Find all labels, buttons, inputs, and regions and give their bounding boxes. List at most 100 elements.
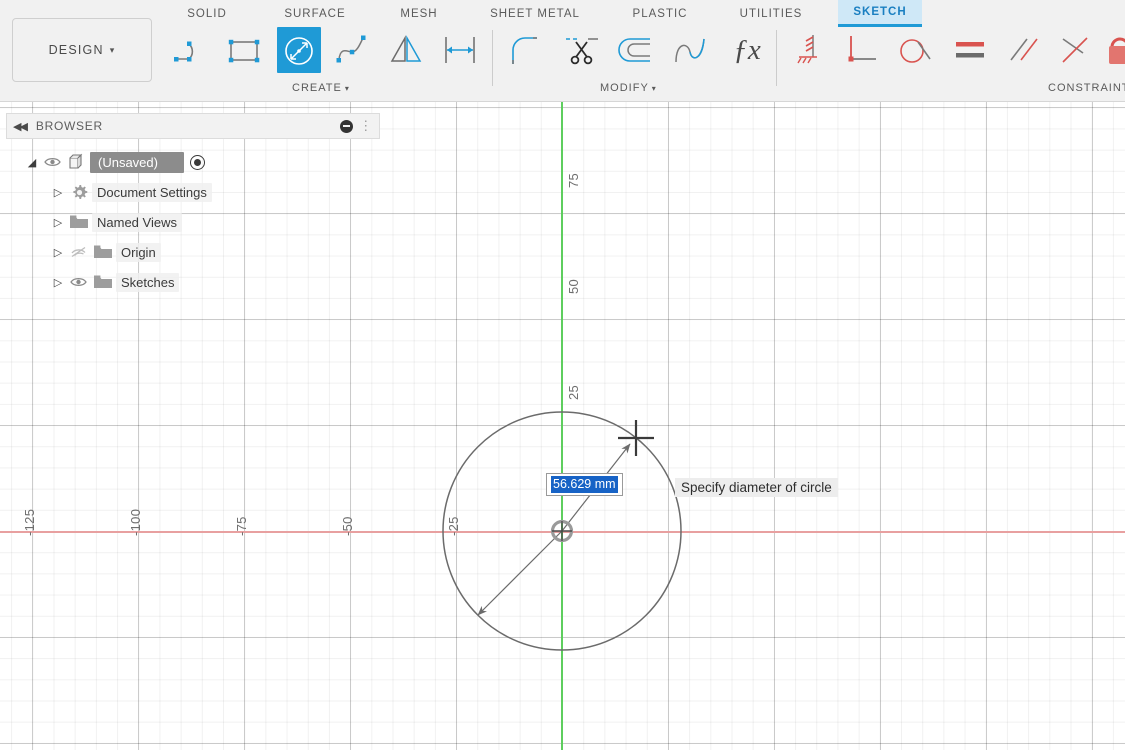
tree-item-document-settings[interactable]: ▷ Document Settings: [6, 177, 380, 207]
tree-item-label: Document Settings: [92, 182, 212, 202]
eye-icon[interactable]: [66, 276, 90, 288]
tangent-icon: [900, 39, 931, 63]
dimension-tool-button[interactable]: [438, 27, 482, 73]
scissors-icon: [566, 38, 598, 65]
browser-header: ◀◀ BROWSER ⋮: [6, 113, 380, 139]
folder-icon: [90, 274, 116, 290]
tab-mesh[interactable]: MESH: [388, 0, 450, 27]
modify-group-text: MODIFY: [600, 82, 649, 94]
fix-ground-constraint-button[interactable]: [789, 27, 833, 73]
tree-item-sketches[interactable]: ▷ Sketches: [6, 267, 380, 297]
activate-component-radio[interactable]: [189, 154, 205, 170]
toolbar-divider: [492, 30, 493, 86]
fx-tool-button[interactable]: ƒx: [722, 27, 772, 73]
folder-glyph: [94, 245, 112, 258]
command-prompt-tooltip: Specify diameter of circle: [675, 478, 838, 497]
x-tick-label: -50: [340, 516, 355, 536]
tree-item-label: (Unsaved): [90, 151, 184, 173]
diameter-input-value[interactable]: 56.629 mm: [551, 476, 618, 493]
perpendicular-icon: [848, 36, 876, 62]
line-icon: [174, 41, 194, 62]
expand-arrow-icon[interactable]: ◢: [24, 156, 40, 169]
diameter-input-field[interactable]: 56.629 mm: [546, 473, 623, 496]
collapse-left-icon[interactable]: ◀◀: [13, 120, 28, 133]
tab-solid[interactable]: SOLID: [175, 0, 239, 27]
curve-tool-button[interactable]: [668, 27, 712, 73]
minus-glyph: [343, 125, 351, 127]
tree-item-origin[interactable]: ▷ Origin: [6, 237, 380, 267]
modify-group-label[interactable]: MODIFY ▾: [600, 82, 657, 94]
angle-constraint-button[interactable]: [1053, 27, 1097, 73]
line-tool-button[interactable]: [170, 27, 214, 73]
rectangle-tool-button[interactable]: [223, 27, 267, 73]
tab-sketch[interactable]: SKETCH: [838, 0, 922, 27]
create-group-label[interactable]: CREATE ▾: [292, 82, 350, 94]
eye-visible-glyph: [69, 277, 87, 287]
create-group-text: CREATE: [292, 82, 342, 94]
folder-glyph: [94, 275, 112, 288]
chevron-down-icon: ▾: [651, 84, 657, 93]
circle-tool-button[interactable]: [277, 27, 321, 73]
lock-constraint-button[interactable]: [1104, 27, 1125, 73]
tree-item-named-views[interactable]: ▷ Named Views: [6, 207, 380, 237]
x-tick-label: -100: [128, 508, 143, 536]
browser-title: BROWSER: [35, 119, 103, 133]
dimension-icon: [445, 37, 475, 63]
tree-item-label: Named Views: [92, 212, 182, 232]
minimize-icon[interactable]: [340, 119, 354, 133]
main-toolbar: DESIGN ▾ SOLID SURFACE MESH SHEET METAL …: [0, 0, 1125, 102]
trim-tool-button[interactable]: [560, 27, 604, 73]
fillet-tool-button[interactable]: [503, 27, 547, 73]
equal-constraint-button[interactable]: [948, 27, 992, 73]
spline-tool-button[interactable]: [330, 27, 374, 73]
chevron-down-icon: ▾: [344, 84, 350, 93]
offset-tool-button[interactable]: [614, 27, 658, 73]
workspace-switcher-button[interactable]: DESIGN ▾: [12, 18, 152, 82]
tab-plastic[interactable]: PLASTIC: [613, 0, 707, 27]
gear-glyph: [72, 184, 87, 199]
offset-icon: [618, 38, 650, 62]
browser-panel: ◀◀ BROWSER ⋮ ◢ (Unsaved) ▷ Document Sett…: [6, 113, 380, 297]
eye-visible-glyph: [43, 157, 61, 167]
circle-icon: [285, 37, 313, 65]
mirror-tool-button[interactable]: [384, 27, 428, 73]
tab-sheet-metal[interactable]: SHEET METAL: [474, 0, 596, 27]
toolbar-divider-2: [776, 30, 777, 86]
folder-icon: [66, 214, 92, 230]
tab-surface[interactable]: SURFACE: [270, 0, 360, 27]
tangent-constraint-button[interactable]: [894, 27, 938, 73]
tree-item-label: Sketches: [116, 272, 180, 292]
browser-tree: ◢ (Unsaved) ▷ Document Settings ▷ Named …: [6, 147, 380, 297]
workspace-label: DESIGN: [48, 43, 104, 57]
eye-icon[interactable]: [40, 156, 64, 168]
constraints-group-label[interactable]: CONSTRAINTS: [1048, 82, 1125, 94]
cube-glyph: [69, 153, 83, 169]
fx-icon: ƒx: [733, 33, 761, 66]
expand-arrow-icon[interactable]: ▷: [50, 216, 66, 229]
x-tick-label: -25: [446, 516, 461, 536]
radio-dot-inner: [193, 158, 201, 166]
y-axis-line: [561, 102, 563, 750]
y-tick-label: 75: [566, 172, 581, 188]
gear-icon: [66, 183, 92, 202]
x-tick-label: -125: [22, 508, 37, 536]
x-tick-label: -75: [234, 516, 249, 536]
folder-glyph: [70, 215, 88, 228]
fillet-icon: [512, 37, 537, 64]
expand-arrow-icon[interactable]: ▷: [50, 186, 66, 199]
parallel-icon: [1010, 38, 1038, 61]
eye-hidden-glyph: [70, 246, 85, 258]
equal-icon: [956, 42, 984, 58]
parallel-constraint-button[interactable]: [1002, 27, 1046, 73]
eye-hidden-icon[interactable]: [66, 246, 90, 258]
tab-utilities[interactable]: UTILITIES: [728, 0, 814, 27]
perpendicular-constraint-button[interactable]: [841, 27, 885, 73]
spline-icon: [336, 35, 366, 63]
fix-ground-icon: [797, 35, 817, 64]
expand-arrow-icon[interactable]: ▷: [50, 276, 66, 289]
curve-icon: [675, 38, 705, 63]
chevron-down-icon: ▾: [109, 44, 116, 55]
tree-item-unsaved[interactable]: ◢ (Unsaved): [6, 147, 380, 177]
panel-resize-handle[interactable]: ⋮: [359, 118, 373, 134]
expand-arrow-icon[interactable]: ▷: [50, 246, 66, 259]
